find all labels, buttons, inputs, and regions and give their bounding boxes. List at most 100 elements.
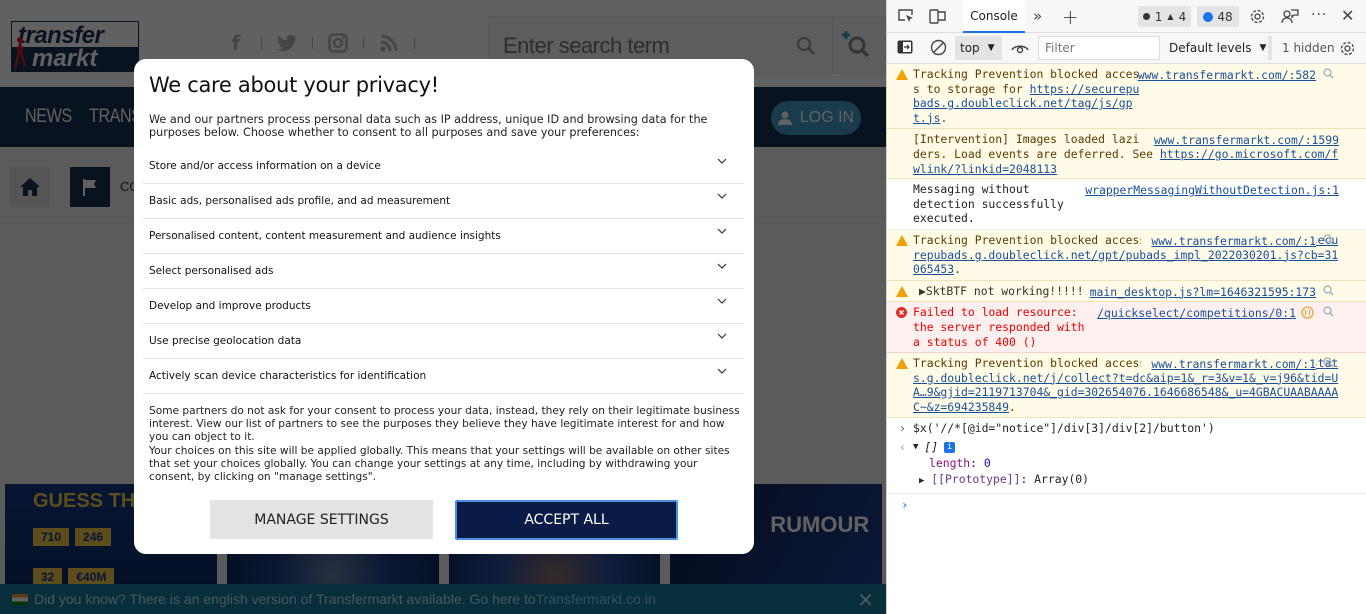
console-message-error: Failed to load resource: the server resp… (887, 302, 1366, 354)
result-summary-row[interactable]: ▼ [] i (913, 439, 1366, 455)
log-levels-label: Default levels (1169, 41, 1252, 55)
input-prompt-icon: › (899, 421, 906, 436)
hidden-messages-count: 1 hidden (1268, 36, 1335, 60)
warning-icon: ▲ (1167, 12, 1174, 21)
legitimate-interest-note: Some partners do not ask for your consen… (149, 405, 740, 444)
message-source-link[interactable]: www.transfermarkt.com/:1599 (1139, 133, 1339, 148)
inspect-element-icon[interactable] (897, 8, 915, 24)
message-source-link[interactable]: wrapperMessagingWithoutDetection.js:1 (1085, 183, 1339, 198)
purpose-item[interactable]: Personalised content, content measuremen… (143, 219, 744, 254)
context-select[interactable]: top ▼ (955, 36, 1002, 60)
message-source-link[interactable]: main_desktop.js?lm=1646321595:173 (1090, 285, 1316, 300)
devtools-panel: Console » + 1 ▲ 4 48 ··· ✕ top ▼ Filter … (886, 0, 1366, 614)
property-key: [[Prototype]] (931, 472, 1021, 487)
result-length-row: length: 0 (929, 456, 991, 471)
chevron-down-icon (717, 298, 727, 304)
console-message-warning: Tracking Prevention blocked access to st… (887, 353, 1366, 419)
tab-console[interactable]: Console (963, 0, 1025, 33)
warning-triangle-icon (896, 234, 908, 250)
messages-counter[interactable]: 48 (1197, 6, 1239, 27)
purpose-item[interactable]: Store and/or access information on a dev… (143, 149, 744, 184)
manage-settings-button[interactable]: MANAGE SETTINGS (210, 500, 433, 539)
message-suffix: . (954, 262, 962, 277)
expand-triangle-icon: ▼ (913, 442, 919, 453)
warning-count: 4 (1178, 9, 1187, 24)
result-summary: [] (924, 440, 939, 455)
error-icon (1142, 13, 1150, 20)
chevron-down-icon (717, 368, 727, 374)
property-value: 0 (983, 456, 991, 471)
chevron-down-icon (717, 333, 727, 339)
dropdown-arrow-icon: ▼ (1259, 43, 1267, 53)
chevron-down-icon (717, 158, 727, 164)
search-issue-icon[interactable] (1323, 306, 1334, 321)
console-input[interactable]: › (887, 494, 1366, 514)
info-badge-icon[interactable]: i (944, 441, 956, 453)
message-source-link[interactable]: www.transfermarkt.com/:1 (1141, 357, 1316, 372)
purpose-label: Select personalised ads (149, 265, 274, 277)
console-filter-input[interactable] (1038, 36, 1160, 60)
purpose-label: Actively scan device characteristics for… (149, 370, 427, 382)
error-count: 1 (1154, 9, 1163, 24)
purpose-item[interactable]: Use precise geolocation data (143, 324, 744, 359)
message-text: ▶SktBTF not working!!!!! (919, 283, 1084, 298)
search-issue-icon[interactable] (1323, 68, 1334, 83)
website-viewport: transfer markt f (0, 0, 886, 614)
live-expression-eye-icon[interactable] (1011, 41, 1029, 55)
close-devtools-icon[interactable]: ✕ (1341, 6, 1354, 25)
message-text: Messaging without detection successfully… (913, 182, 1064, 226)
expand-triangle-icon: ▶ (919, 476, 925, 487)
global-choices-note: Your choices on this site will be applie… (149, 444, 730, 484)
sidebar-toggle-icon[interactable] (897, 40, 913, 54)
clear-console-icon[interactable] (930, 39, 947, 56)
chevron-down-icon (717, 263, 727, 269)
input-prompt-icon: › (901, 498, 909, 513)
error-circle-icon (896, 307, 907, 322)
devtools-tabbar: Console » + 1 ▲ 4 48 ··· ✕ (887, 0, 1366, 33)
purpose-label: Personalised content, content measuremen… (149, 230, 501, 242)
message-source-link[interactable]: /quickselect/competitions/0:1 (1097, 306, 1296, 321)
console-message-warning: [Intervention] Images loaded lazily and … (887, 129, 1366, 180)
console-message-info: Messaging without detection successfully… (887, 179, 1366, 230)
warning-triangle-icon (896, 285, 908, 301)
message-suffix: . (940, 110, 948, 125)
message-source-link[interactable]: www.transfermarkt.com/:582 (1138, 68, 1316, 83)
chevron-down-icon (717, 193, 727, 199)
search-issue-icon[interactable] (1323, 285, 1334, 300)
message-text: Failed to load resource: the server resp… (913, 305, 1085, 349)
command-text[interactable]: $x('//*[@id="notice"]/div[3]/div[2]/butt… (913, 421, 1215, 435)
dialog-intro: We and our partners process personal dat… (149, 113, 708, 139)
search-issue-icon[interactable] (1323, 357, 1334, 372)
message-count: 48 (1217, 9, 1233, 24)
more-tabs-icon[interactable]: » (1033, 7, 1042, 25)
dropdown-arrow-icon: ▼ (987, 43, 995, 53)
purpose-label: Basic ads, personalised ads profile, and… (149, 195, 451, 207)
accept-all-button[interactable]: ACCEPT ALL (455, 500, 678, 540)
message-source-link[interactable]: www.transfermarkt.com/:1 (1141, 233, 1316, 249)
console-output: Tracking Prevention blocked access to st… (887, 64, 1366, 614)
console-result: ‹ ▼ [] i length: 0 ▶ [[Prototype]]: Arra… (887, 439, 1366, 495)
purpose-list: Store and/or access information on a dev… (143, 149, 744, 394)
console-settings-gear-icon[interactable] (1339, 40, 1356, 57)
privacy-consent-dialog: We care about your privacy! We and our p… (134, 59, 754, 554)
message-icon (1203, 11, 1214, 22)
more-options-icon[interactable]: ··· (1311, 7, 1327, 23)
search-issue-icon[interactable] (1323, 234, 1334, 249)
log-levels-dropdown[interactable]: Default levels ▼ (1169, 41, 1266, 55)
settings-gear-icon[interactable] (1249, 8, 1266, 25)
property-value: Array(0) (1034, 472, 1090, 487)
purpose-item[interactable]: Actively scan device characteristics for… (143, 359, 744, 394)
device-toolbar-icon[interactable] (929, 8, 947, 24)
warning-triangle-icon (896, 69, 908, 84)
purpose-item[interactable]: Basic ads, personalised ads profile, and… (143, 184, 744, 219)
purpose-item[interactable]: Develop and improve products (143, 289, 744, 324)
result-prototype-row[interactable]: ▶ [[Prototype]]: Array(0) (913, 471, 1366, 493)
console-toolbar: top ▼ Default levels ▼ 1 hidden (887, 33, 1366, 64)
issues-counter[interactable]: 1 ▲ 4 (1138, 6, 1191, 27)
feedback-icon[interactable] (1281, 8, 1299, 25)
add-tab-icon[interactable]: + (1062, 5, 1079, 29)
purpose-item[interactable]: Select personalised ads (143, 254, 744, 289)
network-request-icon[interactable] (1301, 306, 1314, 323)
console-message-warning[interactable]: ▶SktBTF not working!!!!! main_desktop.js… (887, 280, 1366, 303)
purpose-label: Develop and improve products (149, 300, 311, 312)
